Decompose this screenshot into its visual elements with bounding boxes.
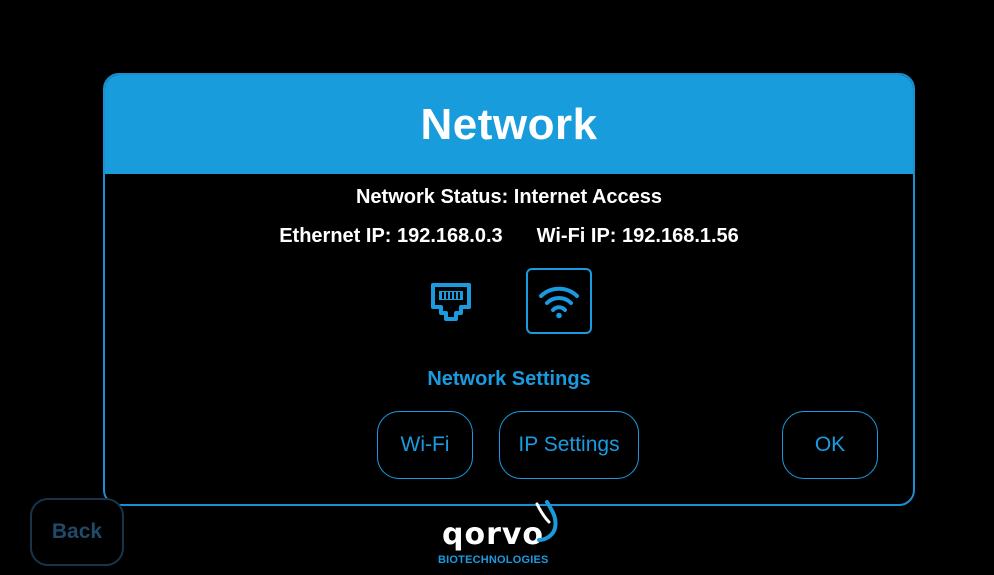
dialog-header: Network [105,75,913,174]
ethernet-ip-text: Ethernet IP: 192.168.0.3 [279,225,503,247]
wifi-icon [539,286,579,319]
ip-addresses-line: Ethernet IP: 192.168.0.3 Wi-Fi IP: 192.16… [105,225,913,248]
wifi-button[interactable]: Wi-Fi [377,411,473,479]
network-status-text: Network Status: Internet Access [355,186,662,208]
logo-subtitle: BIOTECHNOLOGIES [438,554,549,566]
logo-wordmark: qorvo [442,517,545,552]
wifi-ip-text: Wi-Fi IP: 192.168.1.56 [536,225,739,247]
ip-settings-button[interactable]: IP Settings [499,411,639,479]
network-settings-heading: Network Settings [427,368,591,390]
qorvo-biotechnologies-logo: qorvo BIOTECHNOLOGIES [438,500,578,570]
wifi-status-button[interactable] [526,268,592,334]
back-button[interactable]: Back [30,498,124,566]
logo-swoosh-icon [535,500,558,542]
dialog-title: Network [420,99,598,149]
network-dialog: Network Network Status: Internet Access … [103,73,915,506]
network-screen: Network Network Status: Internet Access … [0,0,994,575]
ethernet-icon [431,283,471,321]
ok-button[interactable]: OK [782,411,878,479]
